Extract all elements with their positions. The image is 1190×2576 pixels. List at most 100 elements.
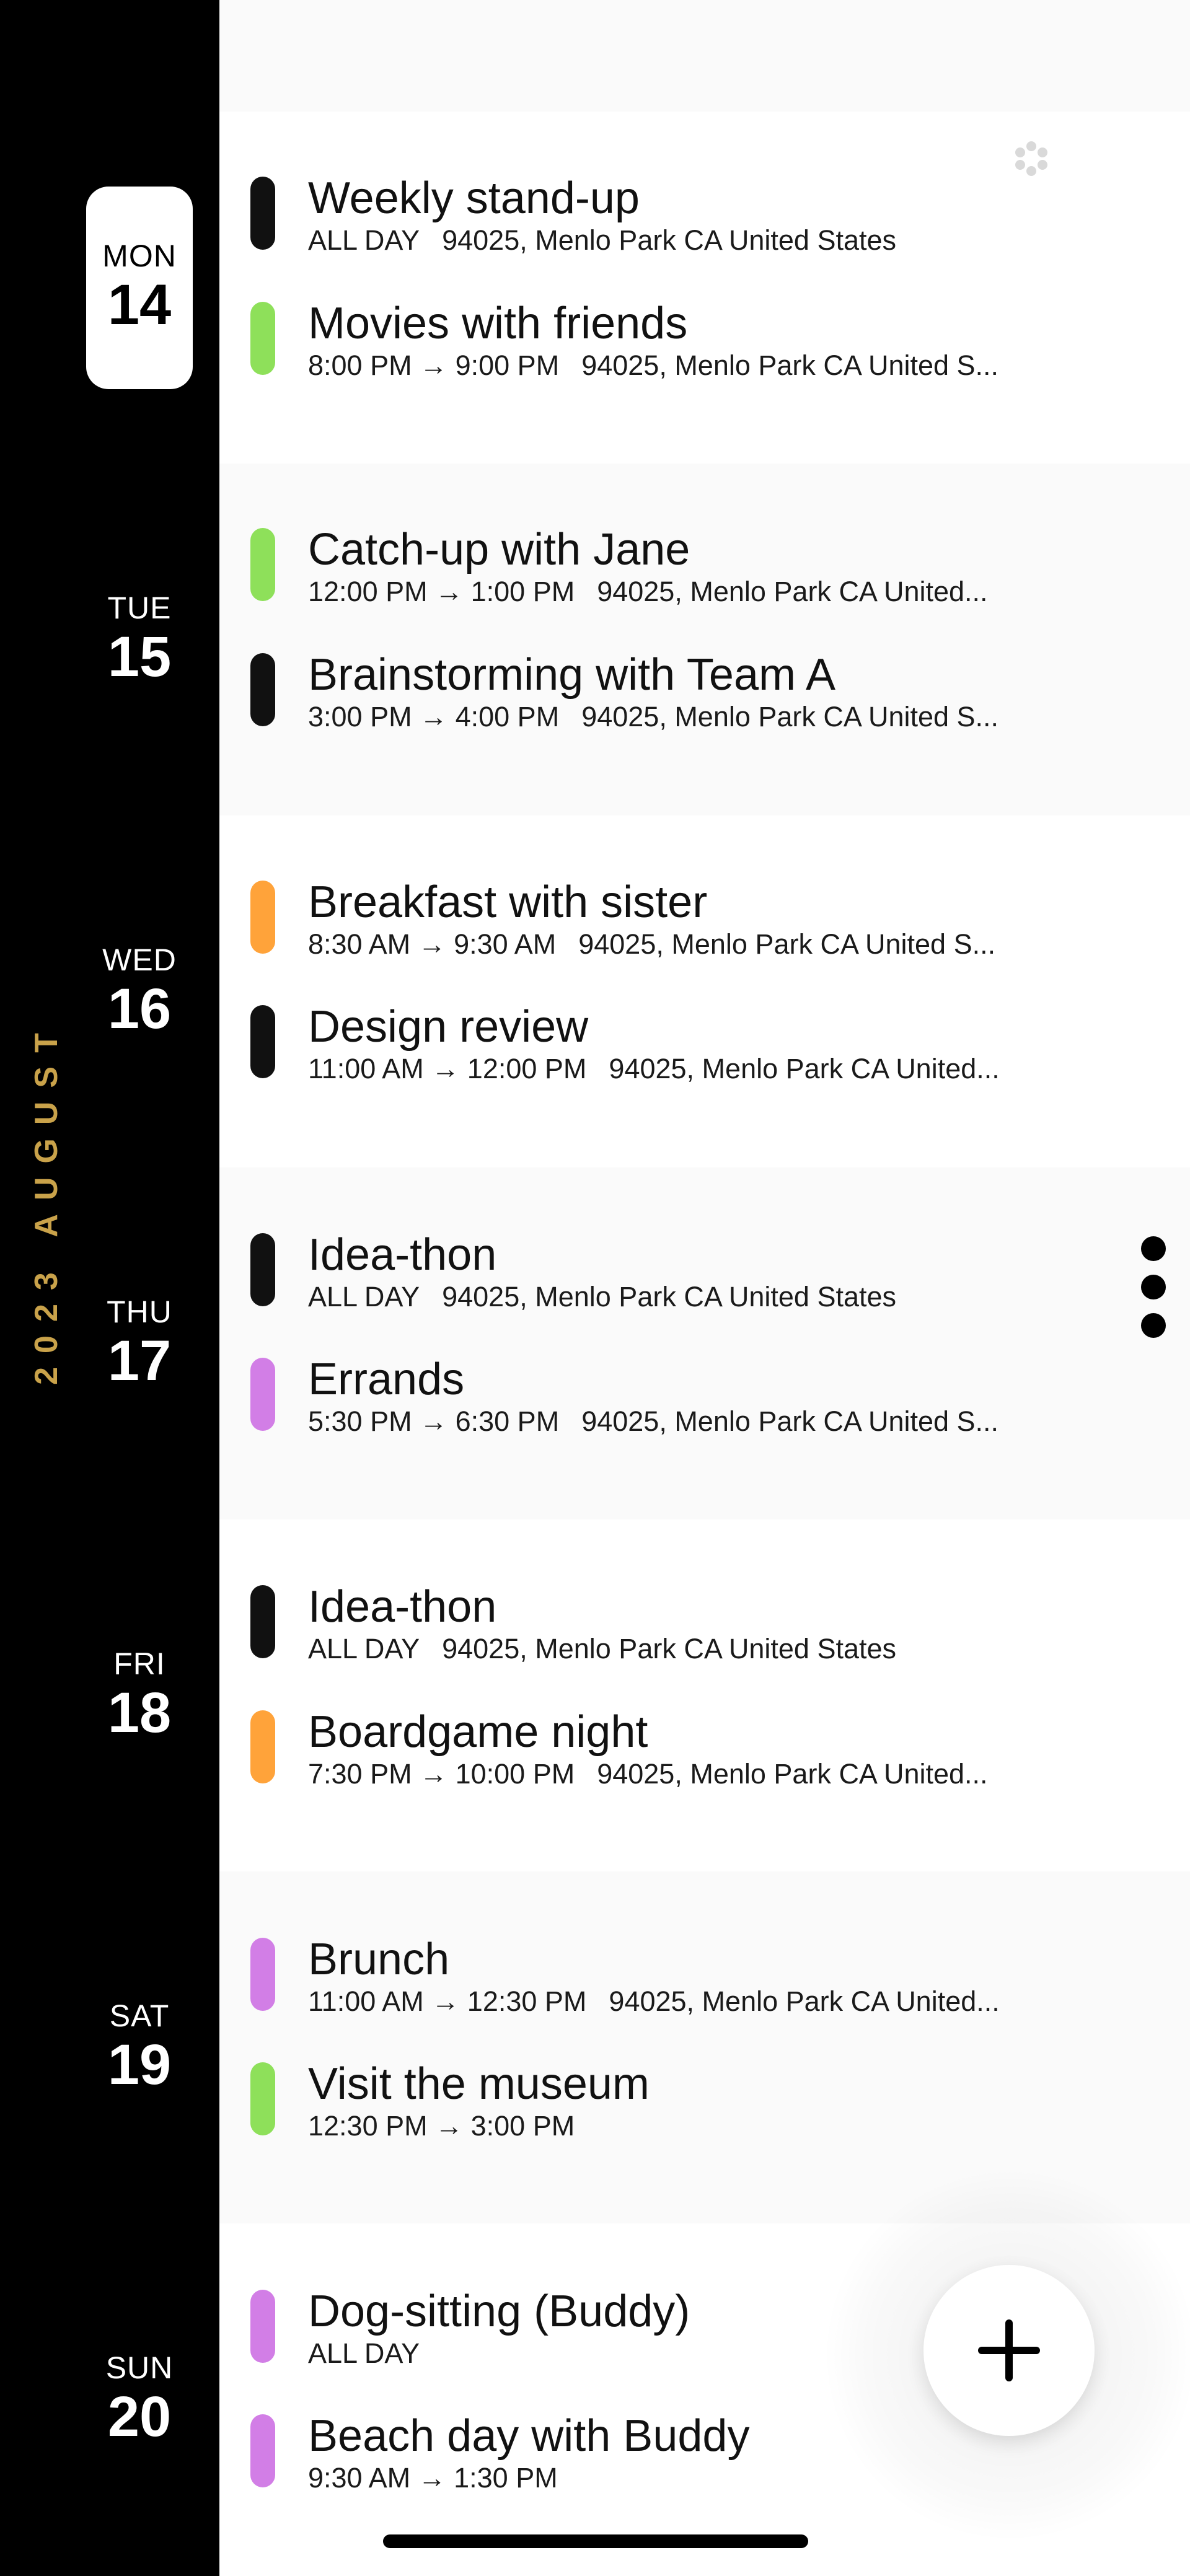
event-title: Brainstorming with Team A [308,650,836,700]
day-number: 20 [107,2385,172,2449]
event-color-bar [250,177,275,250]
event-item[interactable]: Design review 11:00 AM → 12:00 PM 94025, … [250,1002,1093,1098]
event-meta: 7:30 PM → 10:00 PM 94025, Menlo Park CA U… [308,1759,988,1790]
event-title: Design review [308,1002,589,1052]
event-title: Breakfast with sister [308,877,708,927]
event-item[interactable]: Visit the museum 12:30 PM → 3:00 PM [250,2059,1093,2155]
event-title: Brunch [308,1935,450,1984]
loading-spinner-icon [1013,141,1050,178]
day-badge-sat[interactable]: SAT 19 [86,1946,193,2149]
event-meta: ALL DAY 94025, Menlo Park CA United State… [308,1281,896,1312]
day-section-tue [219,464,1190,815]
event-title: Boardgame night [308,1707,648,1757]
event-title: Visit the museum [308,2059,650,2109]
event-item[interactable]: Weekly stand-up ALL DAY 94025, Menlo Park… [250,174,1093,270]
day-number: 15 [107,625,172,689]
event-time: 11:00 AM → 12:00 PM [308,1053,587,1084]
event-time: 3:00 PM → 4:00 PM [308,701,560,732]
event-item[interactable]: Catch-up with Jane 12:00 PM → 1:00 PM 940… [250,525,1093,621]
day-of-week: TUE [107,591,172,626]
event-meta: 12:00 PM → 1:00 PM 94025, Menlo Park CA U… [308,576,988,607]
event-location: 94025, Menlo Park CA United... [597,1759,988,1790]
event-color-bar [250,528,275,601]
day-of-week: SUN [105,2350,174,2386]
event-color-bar [250,2062,275,2135]
day-badge-wed[interactable]: WED 16 [86,890,193,1093]
day-badge-thu[interactable]: THU 17 [86,1242,193,1445]
top-spacer [219,0,1190,112]
event-time: ALL DAY [308,2338,420,2369]
event-color-bar [250,1938,275,2011]
event-location: 94025, Menlo Park CA United S... [578,929,996,960]
event-item[interactable]: Brunch 11:00 AM → 12:30 PM 94025, Menlo P… [250,1935,1093,2031]
event-location: 94025, Menlo Park CA United States [442,225,897,256]
day-badge-mon-selected[interactable]: MON 14 [86,187,193,389]
day-number: 18 [107,1681,172,1745]
day-badge-fri[interactable]: FRI 18 [86,1594,193,1797]
plus-icon [978,2319,1040,2381]
calendar-app: 2023 AUGUST MON 14 Weekly stand-up ALL D… [0,0,1190,2576]
event-meta: 9:30 AM → 1:30 PM [308,2463,580,2494]
day-of-week: WED [102,943,177,978]
day-section-wed [219,815,1190,1167]
event-location: 94025, Menlo Park CA United S... [581,1406,999,1437]
more-vertical-icon[interactable] [1139,1236,1168,1342]
event-item[interactable]: Idea-thon ALL DAY 94025, Menlo Park CA Un… [250,1582,1093,1678]
event-meta: ALL DAY [308,2338,442,2369]
day-number: 19 [107,2033,172,2097]
event-time: ALL DAY [308,1633,420,1664]
event-meta: 11:00 AM → 12:00 PM 94025, Menlo Park CA … [308,1053,1000,1084]
day-badge-sun[interactable]: SUN 20 [86,2298,193,2501]
event-time: 12:30 PM → 3:00 PM [308,2111,575,2142]
event-time: 11:00 AM → 12:30 PM [308,1986,587,2017]
day-number: 14 [107,273,172,337]
event-item[interactable]: Boardgame night 7:30 PM → 10:00 PM 94025,… [250,1707,1093,1803]
event-location: 94025, Menlo Park CA United... [609,1053,1000,1084]
add-event-button[interactable] [923,2265,1095,2436]
event-color-bar [250,1005,275,1078]
event-meta: 3:00 PM → 4:00 PM 94025, Menlo Park CA Un… [308,701,998,732]
event-color-bar [250,2290,275,2363]
event-location: 94025, Menlo Park CA United S... [581,350,999,381]
event-time: 7:30 PM → 10:00 PM [308,1759,575,1790]
event-time: 9:30 AM → 1:30 PM [308,2463,558,2494]
event-item[interactable]: Movies with friends 8:00 PM → 9:00 PM 940… [250,299,1093,395]
event-item[interactable]: Breakfast with sister 8:30 AM → 9:30 AM 9… [250,877,1093,974]
event-location: 94025, Menlo Park CA United... [597,576,988,607]
event-color-bar [250,1585,275,1658]
month-label: 2023 AUGUST [29,1019,64,1385]
event-meta: 12:30 PM → 3:00 PM [308,2111,597,2142]
day-number: 17 [107,1329,172,1393]
event-color-bar [250,1358,275,1431]
home-indicator[interactable] [383,2534,808,2548]
event-title: Idea-thon [308,1230,497,1280]
event-item[interactable]: Errands 5:30 PM → 6:30 PM 94025, Menlo Pa… [250,1355,1093,1451]
event-color-bar [250,1233,275,1306]
event-location: 94025, Menlo Park CA United States [442,1633,897,1664]
event-item[interactable]: Brainstorming with Team A 3:00 PM → 4:00… [250,650,1093,746]
event-color-bar [250,881,275,954]
day-of-week: THU [107,1295,172,1330]
event-color-bar [250,1710,275,1783]
event-location: 94025, Menlo Park CA United States [442,1281,897,1312]
event-color-bar [250,2414,275,2487]
event-item[interactable]: Idea-thon ALL DAY 94025, Menlo Park CA Un… [250,1230,1093,1326]
event-title: Movies with friends [308,299,688,348]
event-time: 8:00 PM → 9:00 PM [308,350,560,381]
event-meta: 11:00 AM → 12:30 PM 94025, Menlo Park CA … [308,1986,1000,2017]
day-badge-tue[interactable]: TUE 15 [86,538,193,741]
event-meta: 8:00 PM → 9:00 PM 94025, Menlo Park CA Un… [308,350,998,381]
event-meta: 5:30 PM → 6:30 PM 94025, Menlo Park CA Un… [308,1406,998,1437]
event-title: Dog-sitting (Buddy) [308,2287,690,2336]
day-section-thu [219,1167,1190,1519]
event-title: Weekly stand-up [308,174,640,223]
day-of-week: SAT [109,1998,170,2034]
day-section-sat [219,1871,1190,2223]
event-title: Catch-up with Jane [308,525,690,574]
day-of-week: FRI [113,1646,165,1682]
event-time: ALL DAY [308,225,420,256]
event-meta: ALL DAY 94025, Menlo Park CA United State… [308,225,896,256]
event-time: ALL DAY [308,1281,420,1312]
event-meta: 8:30 AM → 9:30 AM 94025, Menlo Park CA Un… [308,929,995,960]
event-time: 5:30 PM → 6:30 PM [308,1406,560,1437]
